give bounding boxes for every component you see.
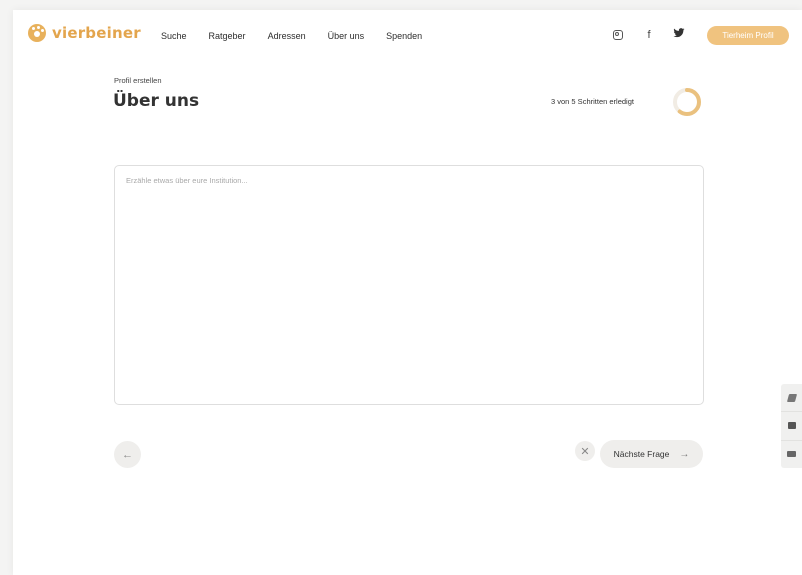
- breadcrumb: Profil erstellen: [114, 76, 162, 85]
- tierheim-profil-button[interactable]: Tierheim Profil: [707, 26, 789, 45]
- next-button-label: Nächste Frage: [613, 449, 670, 459]
- page-card: vierbeiner Suche Ratgeber Adressen Über …: [13, 10, 802, 575]
- social-links: f: [613, 28, 685, 41]
- instagram-icon[interactable]: [613, 29, 625, 40]
- side-widget-item-mail[interactable]: [781, 441, 802, 468]
- side-widget-item-feedback[interactable]: [781, 412, 802, 441]
- close-button[interactable]: ✕: [575, 441, 595, 461]
- arrow-left-icon: ←: [122, 448, 133, 461]
- nav-item-adressen[interactable]: Adressen: [268, 31, 306, 41]
- side-widget: [781, 384, 802, 468]
- nav-item-spenden[interactable]: Spenden: [386, 31, 422, 41]
- twitter-icon[interactable]: [673, 28, 685, 41]
- progress-ring-icon: [673, 88, 701, 116]
- progress-text: 3 von 5 Schritten erledigt: [551, 97, 634, 106]
- main-nav: Suche Ratgeber Adressen Über uns Spenden: [161, 31, 444, 41]
- paw-icon: [28, 24, 46, 42]
- ueber-uns-textarea[interactable]: [114, 165, 704, 405]
- arrow-right-icon: →: [679, 448, 690, 460]
- logo-text: vierbeiner: [52, 24, 141, 42]
- feedback-icon: [787, 422, 796, 430]
- side-widget-item-edit[interactable]: [781, 384, 802, 413]
- close-icon: ✕: [580, 445, 590, 458]
- facebook-icon[interactable]: f: [643, 29, 655, 41]
- nav-item-ratgeber[interactable]: Ratgeber: [209, 31, 246, 41]
- edit-icon: [786, 393, 797, 402]
- back-button[interactable]: ←: [114, 441, 141, 468]
- nav-item-ueber-uns[interactable]: Über uns: [328, 31, 365, 41]
- logo[interactable]: vierbeiner: [28, 24, 141, 42]
- next-question-button[interactable]: Nächste Frage →: [600, 440, 703, 468]
- page-title: Über uns: [113, 91, 200, 111]
- nav-item-suche[interactable]: Suche: [161, 31, 187, 41]
- mail-icon: [787, 451, 796, 458]
